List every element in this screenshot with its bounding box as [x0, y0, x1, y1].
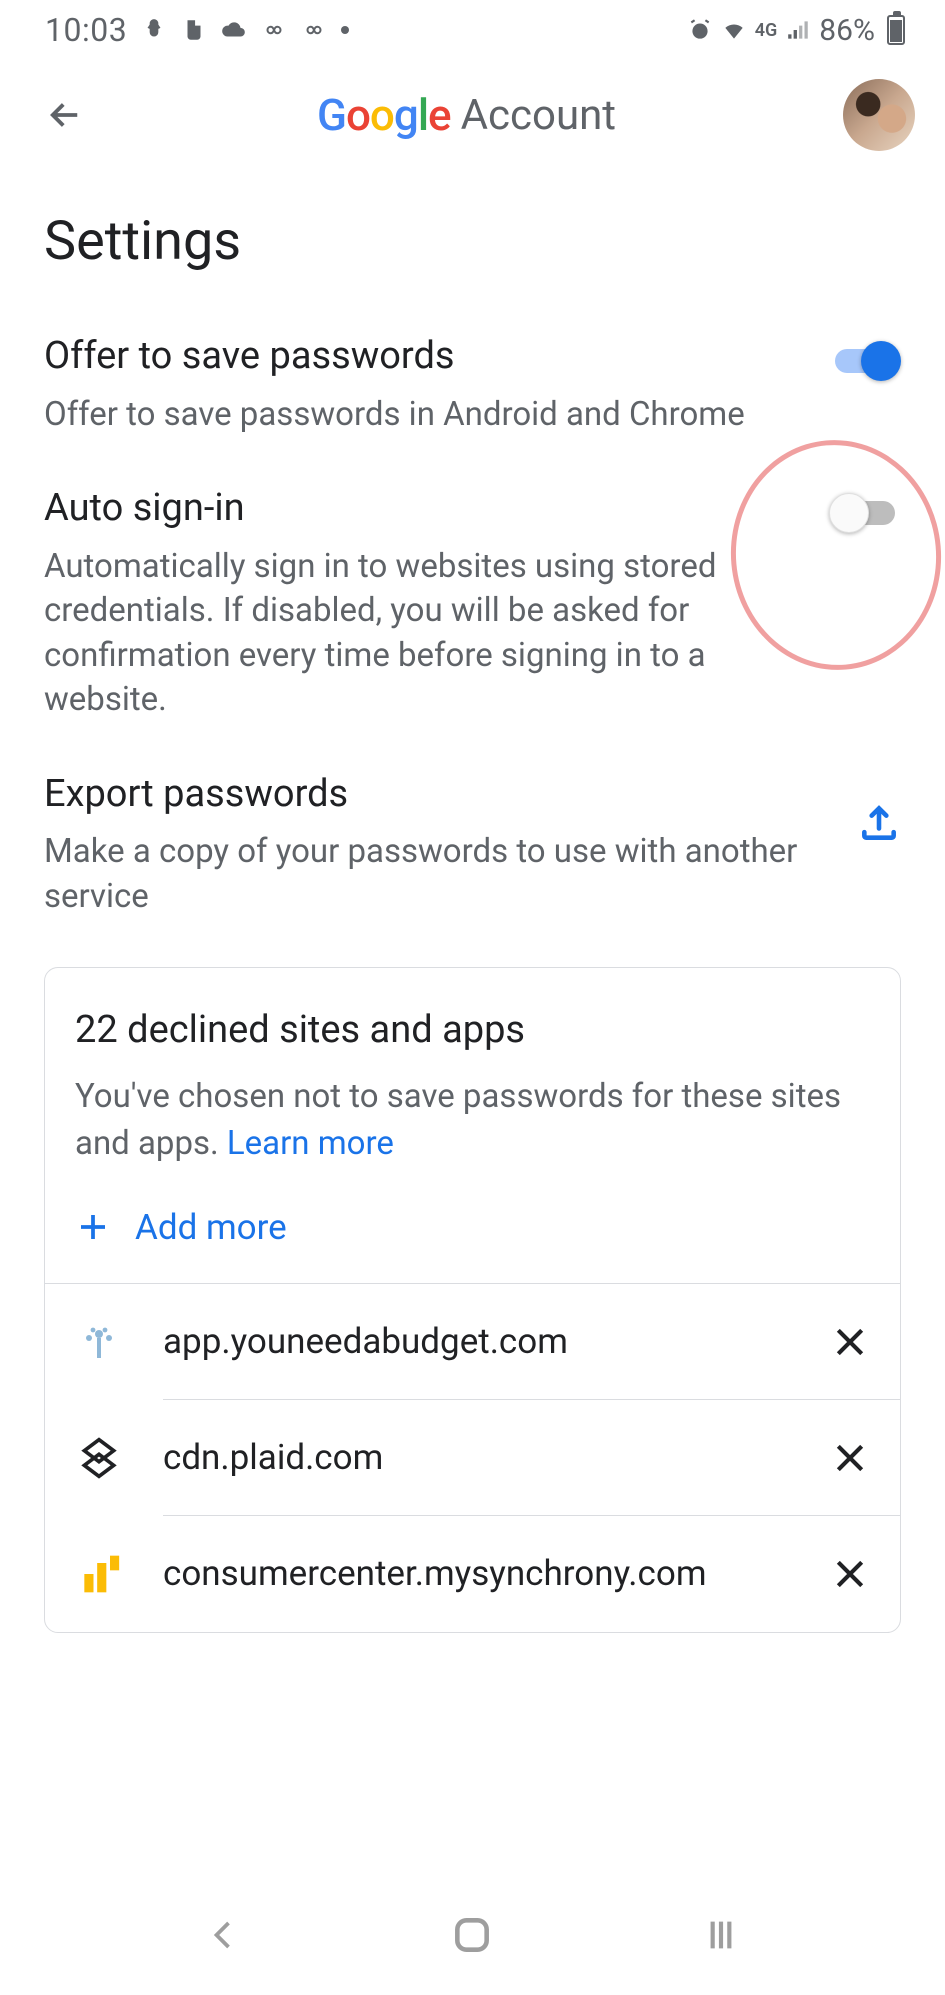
google-logo: Google: [317, 89, 451, 141]
wifi-icon: [721, 17, 747, 43]
site-domain: cdn.plaid.com: [163, 1437, 830, 1478]
status-time: 10:03: [45, 11, 127, 49]
site-domain: app.youneedabudget.com: [163, 1321, 830, 1362]
site-row: cdn.plaid.com: [45, 1400, 900, 1516]
learn-more-link[interactable]: Learn more: [227, 1124, 394, 1163]
setting-desc: Offer to save passwords in Android and C…: [44, 393, 799, 438]
setting-title: Offer to save passwords: [44, 333, 799, 381]
lattice-icon: [75, 1434, 123, 1482]
status-bar: 10:03 4G 86%: [0, 0, 945, 60]
remove-site-button[interactable]: [830, 1554, 870, 1594]
nav-home-button[interactable]: [442, 1905, 502, 1965]
remove-site-button[interactable]: [830, 1322, 870, 1362]
setting-title: Export passwords: [44, 771, 827, 819]
site-row: app.youneedabudget.com: [45, 1284, 900, 1400]
site-row: consumercenter.mysynchrony.com: [45, 1516, 900, 1632]
profile-avatar[interactable]: [843, 79, 915, 151]
battery-icon: [887, 15, 905, 45]
content-area: Settings Offer to save passwords Offer t…: [0, 170, 945, 1633]
setting-export-passwords: Export passwords Make a copy of your pas…: [44, 771, 901, 920]
bars-icon: [75, 1550, 123, 1598]
declined-site-list: app.youneedabudget.com cdn.plaid.com con…: [45, 1283, 900, 1632]
back-button[interactable]: [40, 90, 90, 140]
infinity-icon-2: [301, 17, 327, 43]
page-title: Settings: [44, 210, 901, 273]
setting-title: Auto sign-in: [44, 485, 799, 533]
setting-desc: Make a copy of your passwords to use wit…: [44, 830, 827, 919]
auto-signin-toggle[interactable]: [829, 493, 901, 533]
setting-desc: Automatically sign in to websites using …: [44, 545, 799, 723]
declined-sites-card: 22 declined sites and apps You've chosen…: [44, 967, 901, 1632]
network-label: 4G: [755, 20, 778, 41]
infinity-icon: [261, 17, 287, 43]
signal-icon: [785, 17, 811, 43]
cloud-icon: [221, 17, 247, 43]
remove-site-button[interactable]: [830, 1438, 870, 1478]
more-notifications-dot: [341, 26, 349, 34]
plus-icon: [75, 1209, 111, 1245]
notification-icon: [141, 17, 167, 43]
app-header: Google Account: [0, 60, 945, 170]
setting-auto-signin: Auto sign-in Automatically sign in to we…: [44, 485, 901, 723]
nav-back-button[interactable]: [194, 1905, 254, 1965]
system-nav-bar: [0, 1875, 945, 1995]
alarm-icon: [687, 17, 713, 43]
back-arrow-icon: [44, 94, 86, 136]
add-more-button[interactable]: Add more: [75, 1202, 870, 1253]
tree-icon: [75, 1318, 123, 1366]
setting-offer-save-passwords: Offer to save passwords Offer to save pa…: [44, 333, 901, 437]
declined-title: 22 declined sites and apps: [75, 1008, 870, 1052]
header-title: Account: [461, 91, 616, 140]
evernote-icon: [181, 17, 207, 43]
offer-save-toggle[interactable]: [829, 341, 901, 381]
battery-percent: 86%: [819, 13, 875, 48]
declined-desc: You've chosen not to save passwords for …: [75, 1074, 870, 1166]
site-domain: consumercenter.mysynchrony.com: [163, 1553, 830, 1594]
export-icon[interactable]: [857, 801, 901, 845]
nav-recents-button[interactable]: [691, 1905, 751, 1965]
add-more-label: Add more: [135, 1207, 287, 1248]
